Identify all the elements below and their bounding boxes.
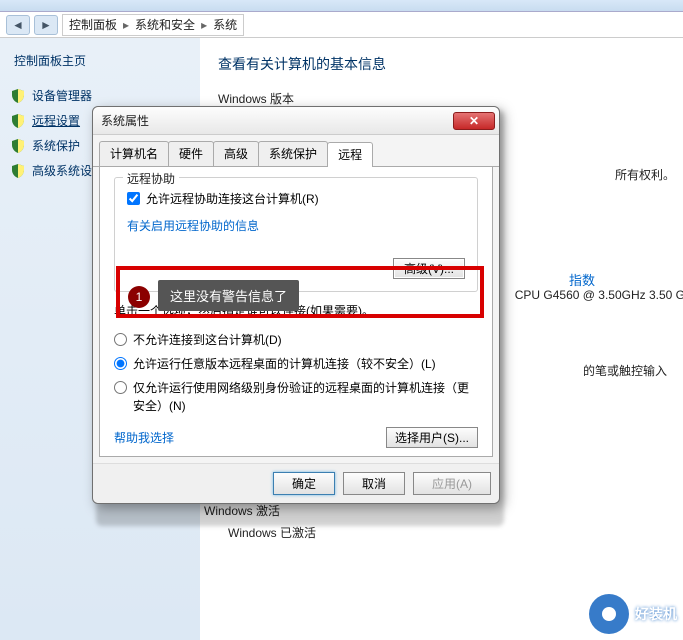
tab-hardware[interactable]: 硬件 (168, 141, 214, 166)
select-users-button[interactable]: 选择用户(S)... (386, 427, 478, 448)
allow-remote-assist-label: 允许远程协助连接这台计算机(R) (146, 190, 319, 207)
radio-deny-label: 不允许连接到这台计算机(D) (133, 331, 478, 349)
sidebar-item-label: 系统保护 (32, 137, 80, 154)
tab-system-protection[interactable]: 系统保护 (258, 141, 328, 166)
tab-advanced[interactable]: 高级 (213, 141, 259, 166)
page-title: 查看有关计算机的基本信息 (218, 54, 673, 74)
breadcrumb-item[interactable]: 系统和安全 (135, 16, 195, 33)
tab-remote[interactable]: 远程 (327, 142, 373, 167)
remote-assist-help-link[interactable]: 有关启用远程协助的信息 (127, 219, 259, 233)
activation-status: Windows 已激活 (228, 524, 316, 541)
breadcrumb-item[interactable]: 系统 (213, 16, 237, 33)
cpu-value: CPU G4560 @ 3.50GHz 3.50 G (515, 288, 683, 302)
close-icon: ✕ (469, 114, 479, 128)
sidebar-item-label: 远程设置 (32, 112, 80, 129)
breadcrumb-bar: ◄ ► 控制面板 ▸ 系统和安全 ▸ 系统 (0, 12, 683, 38)
shield-icon (10, 113, 26, 129)
breadcrumb-item[interactable]: 控制面板 (69, 16, 117, 33)
shield-icon (10, 88, 26, 104)
radio-allow-nla[interactable] (114, 381, 127, 394)
chevron-right-icon: ▸ (121, 18, 131, 32)
radio-allow-any-label: 允许运行任意版本远程桌面的计算机连接（较不安全）(L) (133, 355, 478, 373)
ok-button[interactable]: 确定 (273, 472, 335, 495)
breadcrumb[interactable]: 控制面板 ▸ 系统和安全 ▸ 系统 (62, 14, 244, 36)
rights-text: 所有权利。 (615, 166, 675, 183)
annotation-badge: 1 (128, 286, 150, 308)
pen-touch-value: 的笔或触控输入 (583, 362, 667, 379)
sidebar-item-device-manager[interactable]: 设备管理器 (10, 83, 190, 108)
window-titlebar (0, 0, 683, 12)
perf-index-link[interactable]: 指数 (569, 273, 595, 288)
sidebar-heading: 控制面板主页 (10, 52, 190, 69)
tab-computer-name[interactable]: 计算机名 (99, 141, 169, 166)
watermark-logo-icon (589, 594, 629, 634)
remote-desktop-group: 单击一个选项，然后指定谁可以连接(如果需要)。 不允许连接到这台计算机(D) 允… (114, 302, 478, 448)
shield-icon (10, 163, 26, 179)
allow-remote-assist-checkbox[interactable] (127, 192, 140, 205)
help-choose-link[interactable]: 帮助我选择 (114, 429, 174, 446)
radio-deny[interactable] (114, 333, 127, 346)
group-title: 远程协助 (123, 170, 179, 187)
dialog-title: 系统属性 (101, 112, 453, 129)
radio-allow-any[interactable] (114, 357, 127, 370)
radio-allow-nla-label: 仅允许运行使用网络级别身份验证的远程桌面的计算机连接（更安全）(N) (133, 379, 478, 415)
chevron-right-icon: ▸ (199, 18, 209, 32)
nav-fwd-button[interactable]: ► (34, 15, 58, 35)
cancel-button[interactable]: 取消 (343, 472, 405, 495)
tab-strip: 计算机名 硬件 高级 系统保护 远程 (93, 135, 499, 167)
sidebar-item-label: 设备管理器 (32, 87, 92, 104)
annotation-tooltip: 这里没有警告信息了 (158, 280, 299, 311)
shield-icon (10, 138, 26, 154)
close-button[interactable]: ✕ (453, 112, 495, 130)
section-winver: Windows 版本 (218, 90, 673, 107)
apply-button[interactable]: 应用(A) (413, 472, 491, 495)
watermark: 好装机 (589, 594, 677, 634)
watermark-text: 好装机 (635, 604, 677, 624)
nav-back-button[interactable]: ◄ (6, 15, 30, 35)
